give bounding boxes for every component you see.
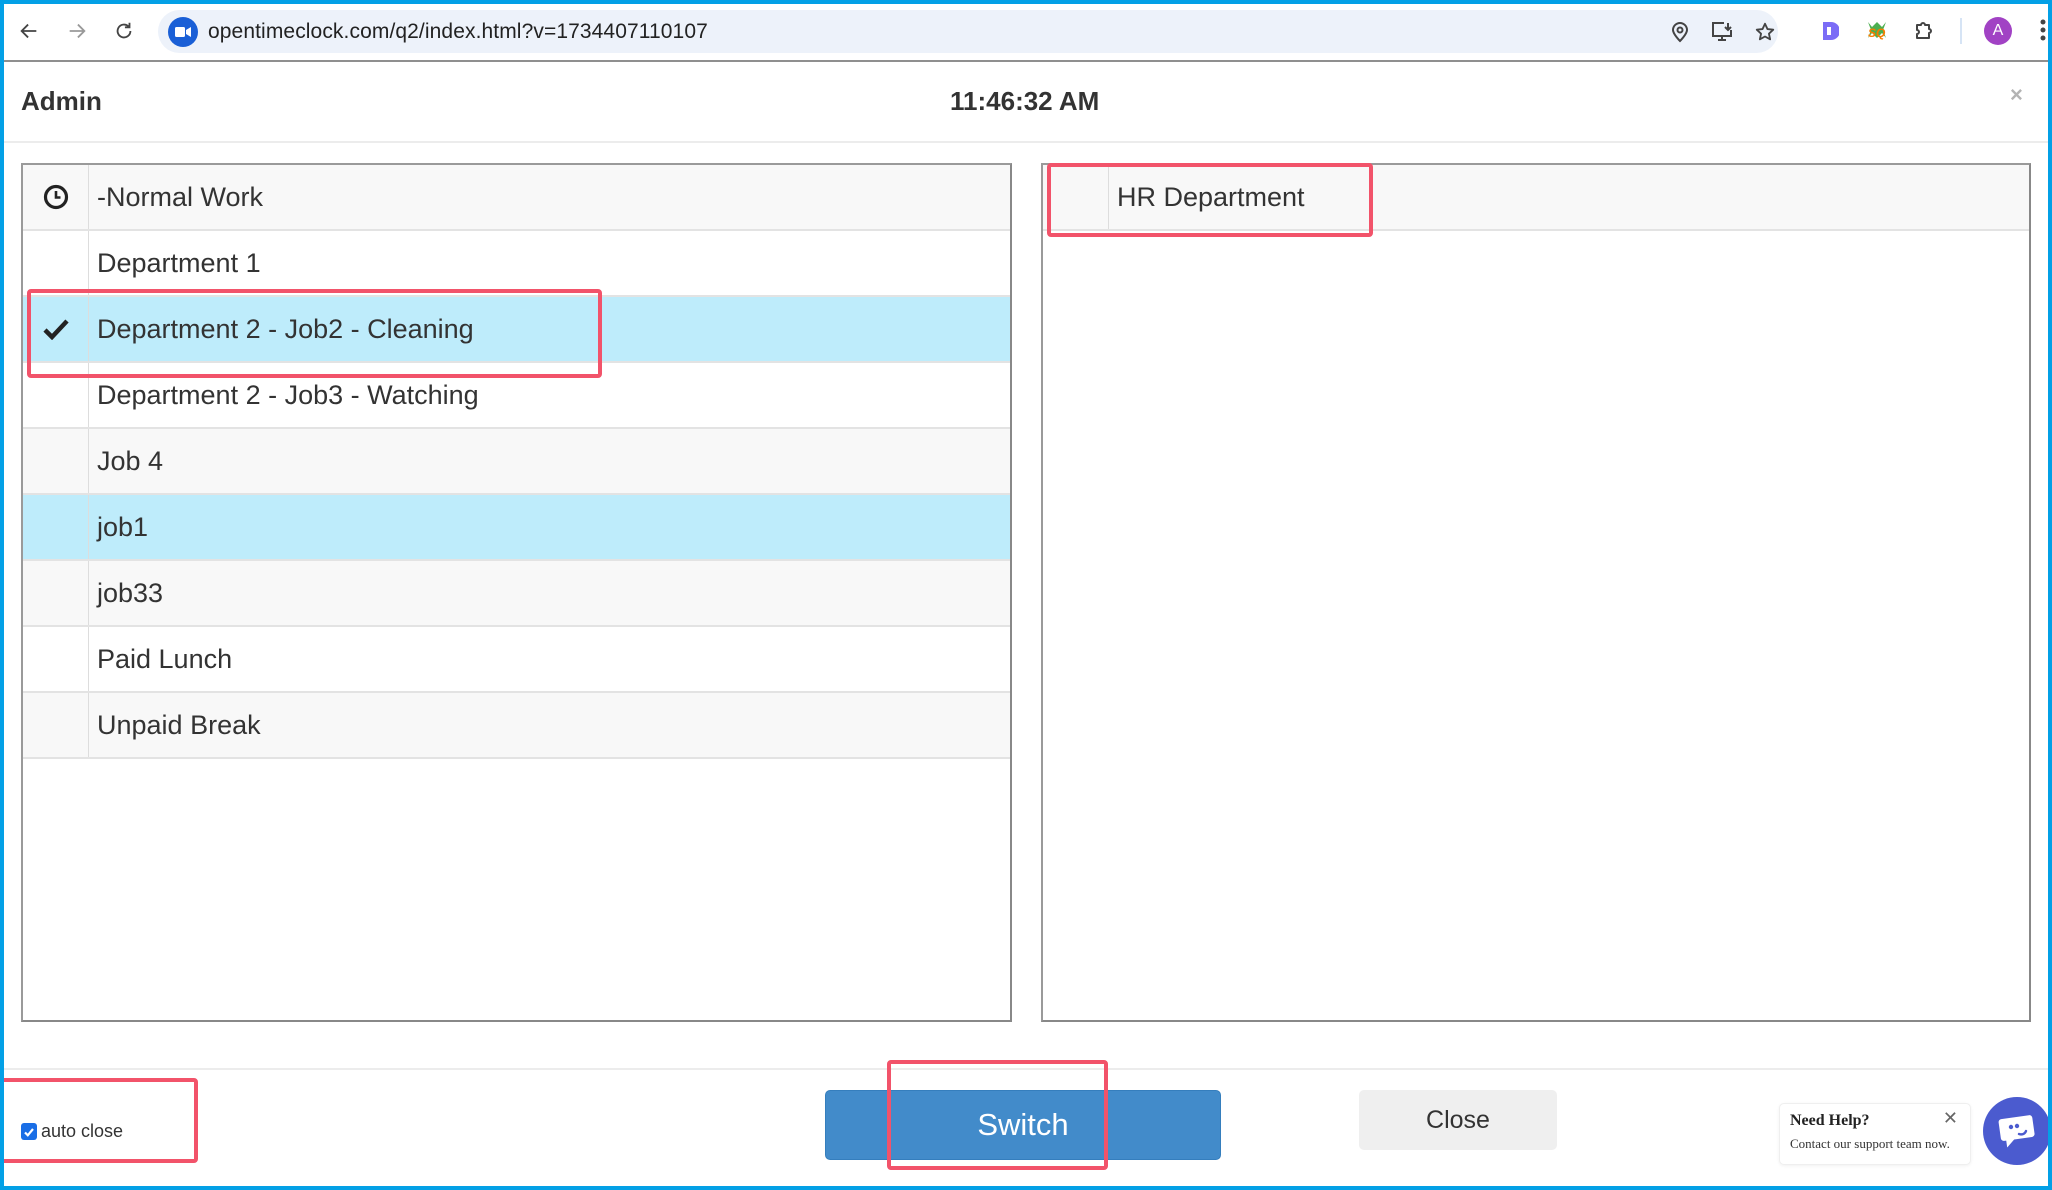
chat-bubble-icon [1998,1115,2035,1148]
chat-support-button[interactable] [1983,1097,2051,1165]
job-row-job1[interactable]: job1 [23,495,1010,561]
job-label: Job 4 [97,445,164,476]
reload-icon[interactable] [109,16,139,46]
job-label: Department 2 - Job2 - Cleaning [97,313,474,344]
job-row-department-2-job2-cleaning[interactable]: Department 2 - Job2 - Cleaning [23,297,1010,363]
job-label: -Normal Work [97,181,264,212]
address-bar[interactable]: opentimeclock.com/q2/index.html?v=173440… [158,10,1778,53]
auto-close-label: auto close [41,1121,124,1141]
extension-sq-icon[interactable]: SQ [1862,16,1892,46]
job-label: Department 1 [97,247,261,278]
job-row-job33[interactable]: job33 [23,561,1010,627]
checkmark-icon [23,297,89,361]
row-marker [23,627,89,691]
row-marker [1043,165,1109,229]
row-marker [23,231,89,295]
department-row-hr[interactable]: HR Department [1043,165,2029,231]
job-label: Paid Lunch [97,643,233,674]
dialog-close-icon[interactable]: × [2010,82,2023,108]
job-row-department-1[interactable]: Department 1 [23,231,1010,297]
svg-text:SQ: SQ [1868,26,1886,40]
job-row-normal-work[interactable]: -Normal Work [23,165,1010,231]
job-row-paid-lunch[interactable]: Paid Lunch [23,627,1010,693]
job-row-unpaid-break[interactable]: Unpaid Break [23,693,1010,759]
row-marker [23,693,89,757]
help-close-icon[interactable]: ✕ [1943,1108,1958,1129]
auto-close-checkbox[interactable] [21,1123,37,1140]
location-icon[interactable] [1666,18,1694,46]
help-title: Need Help? [1790,1112,1870,1129]
current-time: 11:46:32 AM [950,86,1100,116]
dialog-title: Admin [21,86,102,116]
row-marker [23,363,89,427]
switch-button[interactable]: Switch [825,1090,1221,1160]
help-subtitle: Contact our support team now. [1790,1136,1950,1151]
job-label: Unpaid Break [97,709,261,740]
help-bubble[interactable]: Need Help? Contact our support team now.… [1779,1103,1971,1165]
departments-list: HR Department [1041,163,2031,1022]
forward-icon[interactable] [62,16,92,46]
header-divider [4,141,2048,143]
job-row-job-4[interactable]: Job 4 [23,429,1010,495]
browser-toolbar: opentimeclock.com/q2/index.html?v=173440… [0,0,2052,62]
job-label: job33 [97,577,164,608]
row-marker [23,561,89,625]
extensions-puzzle-icon[interactable] [1909,16,1939,46]
menu-kebab-icon[interactable] [2040,18,2048,42]
back-icon[interactable] [14,16,44,46]
toolbar-separator [1960,18,1962,44]
bookmark-star-icon[interactable] [1751,18,1779,46]
job-row-department-2-job3-watching[interactable]: Department 2 - Job3 - Watching [23,363,1010,429]
row-marker [23,429,89,493]
jobs-list: -Normal Work Department 1 Department 2 -… [21,163,1012,1022]
row-marker [23,495,89,559]
extension-d-icon[interactable] [1815,16,1845,46]
department-label: HR Department [1117,181,1305,212]
auto-close-option[interactable]: auto close [21,1121,123,1142]
url-text[interactable]: opentimeclock.com/q2/index.html?v=173440… [208,20,708,44]
install-app-icon[interactable] [1708,18,1736,46]
job-label: Department 2 - Job3 - Watching [97,379,479,410]
clock-icon [23,165,89,229]
job-label: job1 [97,511,149,542]
footer-divider [4,1068,2048,1070]
site-info-icon[interactable] [168,17,198,47]
close-button[interactable]: Close [1359,1090,1557,1150]
profile-avatar[interactable]: A [1984,17,2012,45]
